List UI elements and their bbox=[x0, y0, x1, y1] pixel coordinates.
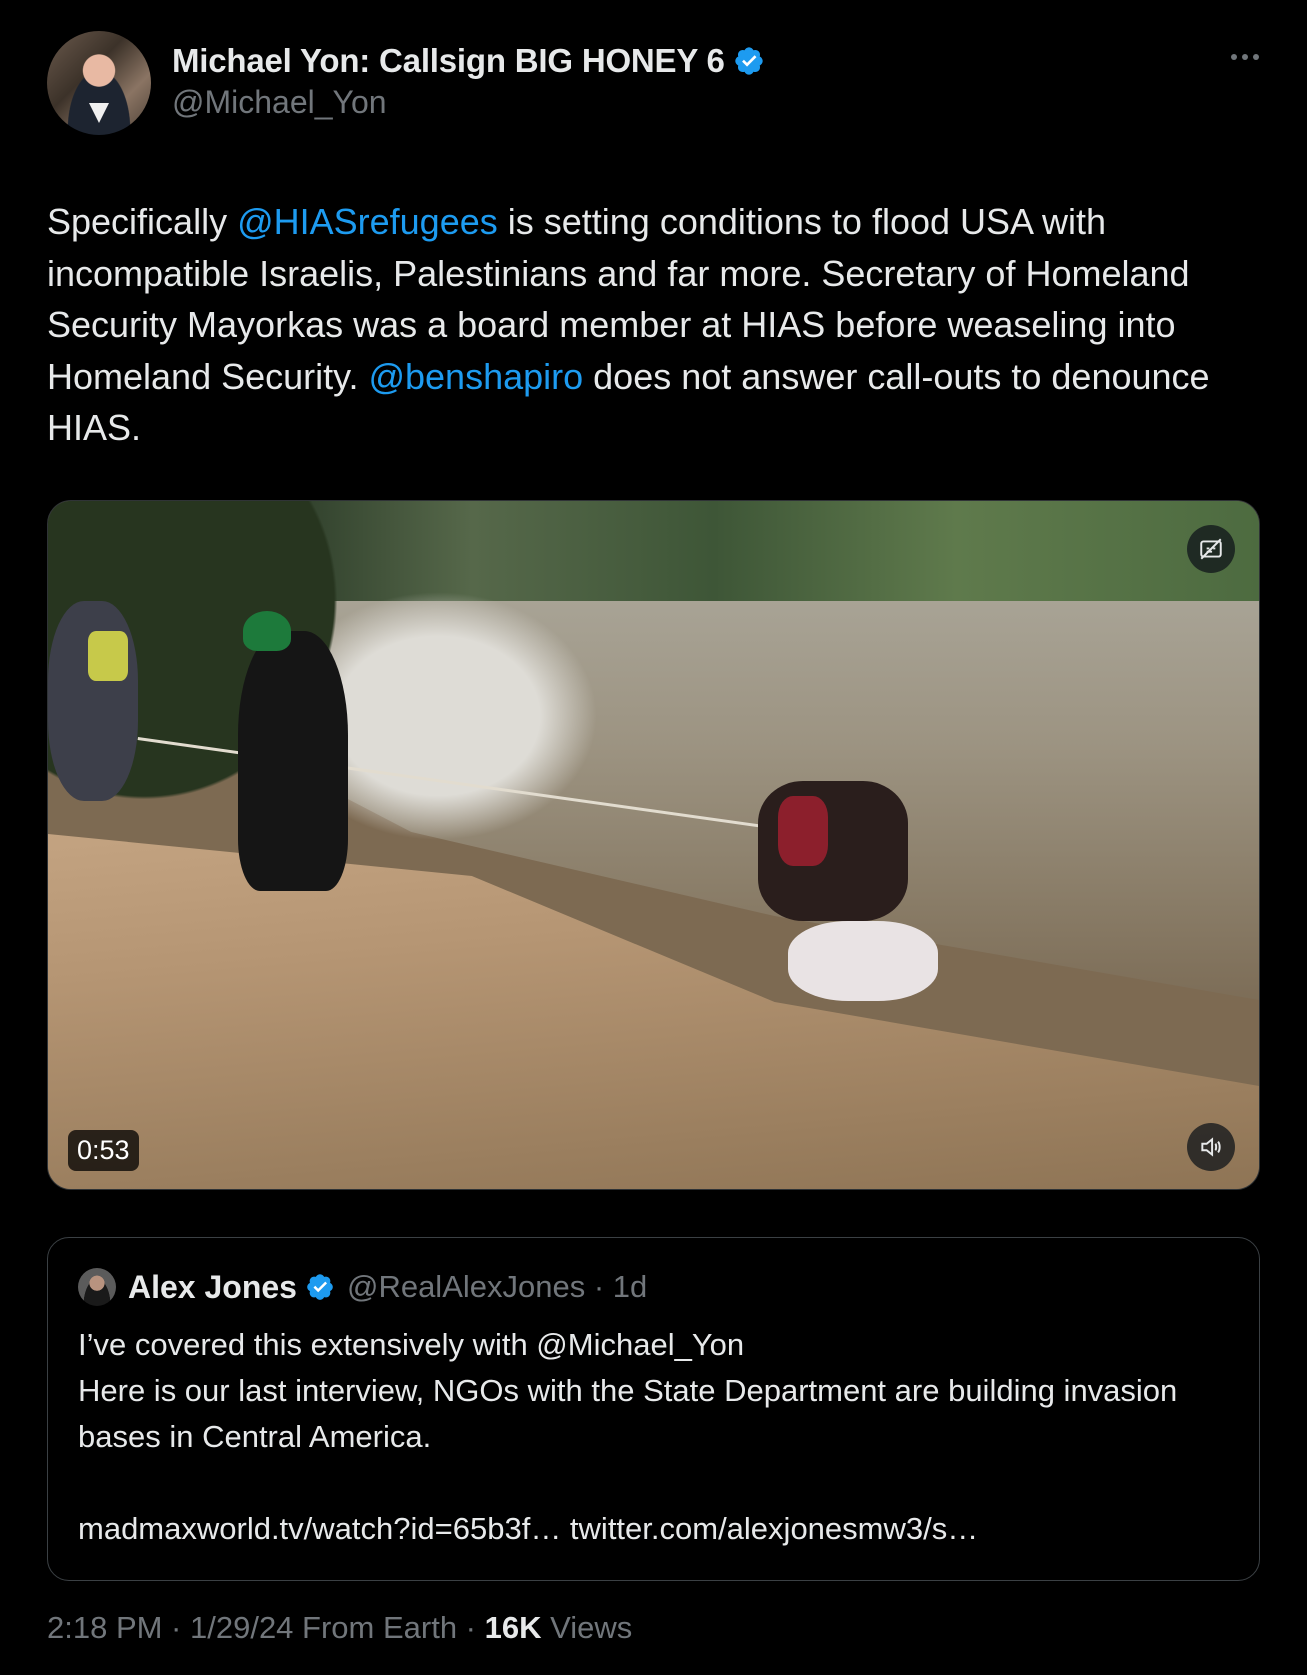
quoted-tweet-header: Alex Jones @RealAlexJones · 1d bbox=[78, 1268, 647, 1306]
quoted-author-avatar bbox=[78, 1268, 116, 1306]
quoted-author-name: Alex Jones bbox=[128, 1268, 297, 1305]
verified-badge-icon bbox=[307, 1274, 333, 1300]
tweet-text: Specifically @HIASrefugees is setting co… bbox=[47, 196, 1267, 454]
views-count: 16K bbox=[484, 1610, 542, 1645]
volume-button[interactable] bbox=[1187, 1123, 1235, 1171]
more-dot-icon bbox=[1253, 54, 1259, 60]
quoted-tweet-text: I’ve covered this extensively with @Mich… bbox=[78, 1327, 1178, 1546]
tweet-detail: Michael Yon: Callsign BIG HONEY 6 @Micha… bbox=[0, 0, 1307, 1675]
volume-icon bbox=[1201, 1137, 1221, 1157]
quoted-author-handle-time: @RealAlexJones · 1d bbox=[346, 1269, 648, 1304]
mention-link-hiasrefugees[interactable]: @HIASrefugees bbox=[237, 201, 498, 242]
views-label: Views bbox=[541, 1610, 633, 1645]
video-frame-person bbox=[238, 631, 348, 891]
more-dot-icon bbox=[1242, 54, 1248, 60]
tweet-timestamp[interactable]: 2:18 PM · 1/29/24 From Earth · bbox=[47, 1610, 485, 1645]
more-options-button[interactable] bbox=[1231, 46, 1259, 68]
mention-link-benshapiro[interactable]: @benshapiro bbox=[368, 356, 583, 397]
avatar-collar bbox=[89, 103, 109, 123]
video-player[interactable]: 0:53 bbox=[47, 500, 1260, 1190]
video-frame-vest bbox=[88, 631, 128, 681]
more-dot-icon bbox=[1231, 54, 1237, 60]
captions-button[interactable] bbox=[1187, 525, 1235, 573]
author-name-row: Michael Yon: Callsign BIG HONEY 6 bbox=[172, 42, 765, 80]
video-frame-backpack bbox=[778, 796, 828, 866]
author-handle[interactable]: @Michael_Yon bbox=[172, 84, 387, 121]
video-frame-hat bbox=[243, 611, 291, 651]
author-display-name[interactable]: Michael Yon: Callsign BIG HONEY 6 bbox=[172, 42, 725, 80]
captions-off-icon bbox=[1200, 538, 1222, 560]
quoted-tweet[interactable]: Alex Jones @RealAlexJones · 1d I’ve cove… bbox=[47, 1237, 1260, 1581]
tweet-text-part: Specifically bbox=[47, 201, 238, 242]
video-frame-bag bbox=[788, 921, 938, 1001]
tweet-meta: 2:18 PM · 1/29/24 From Earth · 16K Views bbox=[47, 1610, 632, 1646]
video-duration: 0:53 bbox=[68, 1130, 139, 1171]
author-avatar[interactable] bbox=[47, 31, 151, 135]
verified-badge-icon bbox=[735, 47, 763, 75]
